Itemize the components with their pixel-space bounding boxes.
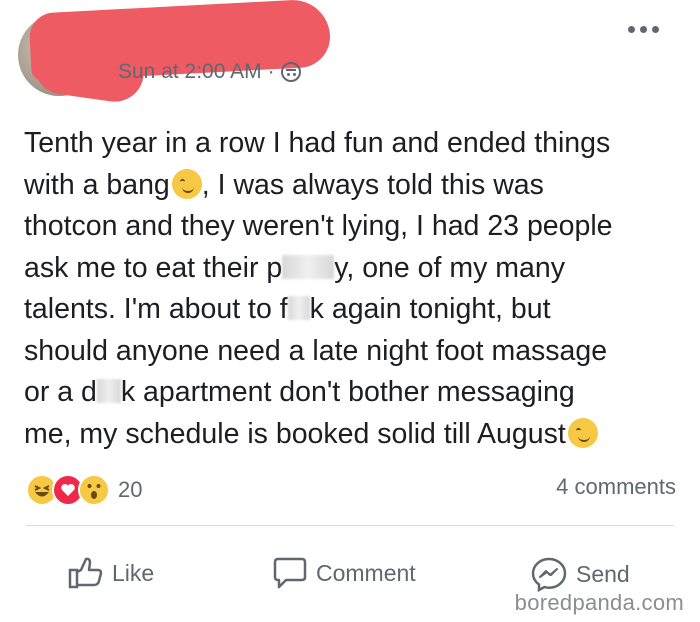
meta-separator: ·	[267, 60, 275, 83]
comment-button[interactable]: Comment	[272, 556, 416, 590]
post-meta: Sun at 2:00 AM ·	[118, 60, 301, 84]
globe-icon	[280, 62, 301, 82]
wink-emoji-icon	[171, 168, 202, 199]
like-label: Like	[112, 559, 155, 586]
post-line: me, my schedule is booked solid till Aug…	[24, 414, 684, 456]
post-line: should anyone need a late night foot mas…	[24, 334, 608, 367]
like-button[interactable]: Like	[68, 556, 154, 590]
send-label: Send	[576, 560, 630, 587]
post-line: talents. I'm about to fk again tonight, …	[24, 293, 551, 325]
divider	[26, 525, 674, 526]
send-button[interactable]: Send	[530, 556, 630, 592]
post-line: with a bang, I was always told this was	[24, 168, 544, 201]
comment-label: Comment	[316, 559, 416, 586]
watermark: boredpanda.com	[514, 590, 684, 615]
post-line: or a dk apartment don't bother messaging	[24, 376, 575, 408]
comment-count[interactable]: 4 comments	[556, 474, 676, 500]
messenger-icon	[531, 557, 567, 592]
thumbs-up-icon	[68, 557, 103, 589]
wink-emoji-icon	[567, 417, 598, 448]
wow-reaction-icon	[78, 474, 110, 506]
post-line: thotcon and they weren't lying, I had 23…	[24, 210, 613, 242]
comment-icon	[273, 557, 307, 589]
facebook-post: Sun at 2:00 AM · Tenth year in a row I h…	[0, 0, 700, 622]
censor-blur	[287, 296, 310, 320]
reaction-summary[interactable]: 20	[26, 474, 142, 506]
more-options-icon[interactable]	[628, 26, 659, 33]
post-timestamp[interactable]: Sun at 2:00 AM	[118, 60, 262, 84]
post-body: Tenth year in a row I had fun and ended …	[24, 123, 684, 455]
post-line: ask me to eat their p y, one of my many	[24, 251, 565, 284]
post-line: Tenth year in a row I had fun and ended …	[24, 127, 611, 159]
reaction-count[interactable]: 20	[118, 477, 142, 503]
censor-blur	[96, 379, 121, 403]
censor-blur	[282, 254, 335, 279]
